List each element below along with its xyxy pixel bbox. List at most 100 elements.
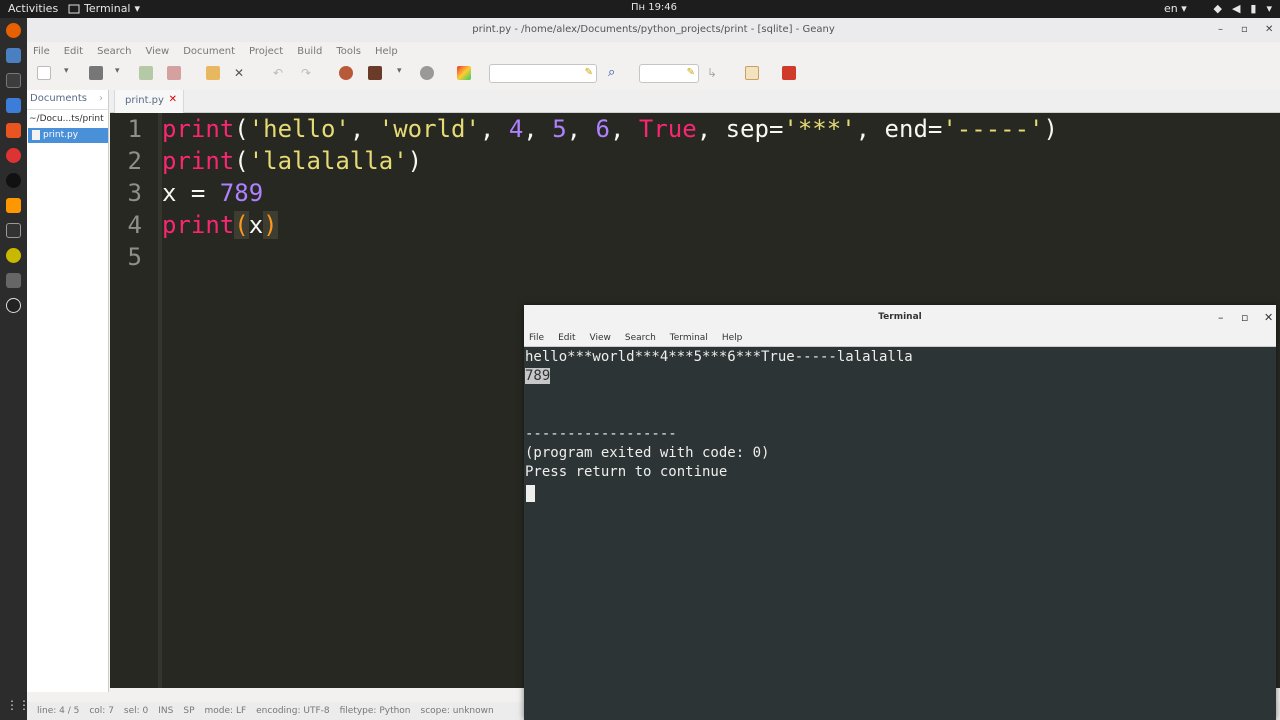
sidebar-item-label: print.py	[43, 130, 79, 140]
clock-app-icon[interactable]	[6, 298, 21, 313]
search-icon[interactable]: ⌕	[608, 66, 622, 80]
menu-edit[interactable]: Edit	[64, 46, 83, 57]
software-icon[interactable]	[6, 123, 21, 138]
terminal-titlebar[interactable]: Terminal – ▫ ✕	[524, 305, 1276, 330]
tools-icon[interactable]	[6, 73, 21, 88]
new-file-icon[interactable]	[37, 66, 51, 80]
show-apps-icon[interactable]: ⋮⋮	[6, 698, 30, 713]
build-icon[interactable]	[368, 66, 382, 80]
maximize-icon[interactable]: ▫	[1241, 305, 1248, 330]
terminal-output[interactable]: hello***world***4***5***6***True-----lal…	[524, 347, 1276, 720]
minimize-icon[interactable]: –	[1218, 18, 1223, 42]
sidebar-item-print-py[interactable]: print.py	[28, 128, 108, 143]
trash-icon[interactable]	[6, 273, 21, 288]
close-tab-icon[interactable]: ✕	[169, 94, 177, 105]
jump-icon[interactable]: ↳	[707, 66, 721, 80]
menu-tools[interactable]: Tools	[336, 46, 361, 57]
terminal-menu-file[interactable]: File	[529, 333, 544, 343]
redo-icon[interactable]: ↷	[301, 66, 315, 80]
undo-icon[interactable]: ↶	[273, 66, 287, 80]
firefox-icon[interactable]	[6, 23, 21, 38]
app-menu[interactable]: Terminal ▾	[68, 2, 140, 15]
menu-search[interactable]: Search	[97, 46, 131, 57]
minimize-icon[interactable]: –	[1218, 305, 1224, 330]
status-encoding: encoding: UTF-8	[256, 706, 330, 716]
menu-project[interactable]: Project	[249, 46, 283, 57]
geany-toolbar: ▾ ▾ ✕ ↶ ↷ ▾ ✎ ⌕ ✎ ↳	[27, 60, 1280, 86]
chevron-down-icon[interactable]: ▾	[397, 66, 405, 80]
document-icon[interactable]	[6, 98, 21, 113]
menu-document[interactable]: Document	[183, 46, 235, 57]
line-number: 4	[127, 211, 142, 239]
close-file-icon[interactable]: ✕	[234, 66, 248, 80]
output-line: 789	[525, 368, 551, 384]
goto-line-input[interactable]: ✎	[639, 64, 699, 83]
maximize-icon[interactable]: ▫	[1241, 18, 1248, 42]
top-panel: Activities Terminal ▾ Пн 19:46 en ▾ ◆ ◀ …	[0, 0, 1280, 18]
language-label: en	[1164, 2, 1178, 15]
search-input[interactable]: ✎	[489, 64, 597, 83]
selected-text: 789	[525, 368, 551, 384]
output-line: ------------------	[525, 426, 677, 442]
status-sel: sel: 0	[123, 706, 149, 716]
clear-icon[interactable]: ✎	[585, 67, 593, 78]
menu-help[interactable]: Help	[375, 46, 398, 57]
output-line: hello***world***4***5***6***True-----lal…	[525, 349, 913, 365]
status-mode: mode: LF	[204, 706, 247, 716]
chevron-down-icon[interactable]: ▾	[64, 66, 72, 80]
clock[interactable]: Пн 19:46	[620, 2, 688, 13]
text-cursor	[526, 485, 535, 502]
terminal-menu-edit[interactable]: Edit	[558, 333, 575, 343]
line-number: 2	[127, 147, 142, 175]
terminal-window: Terminal – ▫ ✕ File Edit View Search Ter…	[524, 305, 1276, 720]
clear-icon[interactable]: ✎	[687, 67, 695, 78]
geany-icon[interactable]	[6, 248, 21, 263]
geany-menubar: File Edit Search View Document Project B…	[27, 42, 1280, 60]
dock: ⋮⋮	[0, 18, 30, 720]
color-chooser-icon[interactable]	[457, 66, 471, 80]
output-line: (program exited with code: 0)	[525, 445, 770, 461]
menu-file[interactable]: File	[33, 46, 50, 57]
terminal-menu-help[interactable]: Help	[722, 333, 743, 343]
open-file-icon[interactable]	[89, 66, 103, 80]
sidebar: Documents › ~/Docu...ts/print print.py	[27, 90, 109, 692]
code-line-3: x = 789	[162, 179, 264, 207]
activities-button[interactable]: Activities	[8, 2, 58, 15]
sublime-icon[interactable]	[6, 198, 21, 213]
language-indicator[interactable]: en ▾	[1164, 2, 1187, 15]
help-icon[interactable]	[6, 148, 21, 163]
window-title: print.py - /home/alex/Documents/python_p…	[472, 24, 835, 35]
revert-icon[interactable]	[206, 66, 220, 80]
status-line: line: 4 / 5	[37, 706, 80, 716]
menu-view[interactable]: View	[145, 46, 169, 57]
compile-icon[interactable]	[339, 66, 353, 80]
code-line-4: print(x)	[162, 211, 278, 239]
tab-documents[interactable]: Documents ›	[27, 90, 109, 110]
files-icon[interactable]	[6, 48, 21, 63]
terminal-menu-search[interactable]: Search	[625, 333, 656, 343]
terminal-icon[interactable]	[6, 223, 21, 238]
menu-build[interactable]: Build	[297, 46, 322, 57]
terminal-app-icon	[68, 4, 80, 13]
terminal-menu-view[interactable]: View	[590, 333, 611, 343]
chevron-down-icon: ▾	[1266, 2, 1272, 15]
close-icon[interactable]: ✕	[1265, 18, 1273, 42]
terminal-menu-terminal[interactable]: Terminal	[670, 333, 708, 343]
sidebar-folder[interactable]: ~/Docu...ts/print	[29, 114, 104, 124]
chevron-down-icon[interactable]: ▾	[115, 66, 123, 80]
output-line: Press return to continue	[525, 464, 728, 480]
chevron-right-icon[interactable]: ›	[99, 93, 103, 104]
system-tray[interactable]: ◆ ◀ ▮ ▾	[1213, 2, 1272, 15]
quit-icon[interactable]	[782, 66, 796, 80]
code-line-2: print('lalalalla')	[162, 147, 423, 175]
run-icon[interactable]	[420, 66, 434, 80]
dark-app-icon[interactable]	[6, 173, 21, 188]
status-ins: INS	[158, 706, 174, 716]
close-icon[interactable]: ✕	[1264, 305, 1273, 330]
save-all-icon[interactable]	[167, 66, 181, 80]
geany-titlebar: print.py - /home/alex/Documents/python_p…	[27, 18, 1280, 42]
chevron-down-icon: ▾	[134, 2, 141, 15]
preferences-icon[interactable]	[745, 66, 759, 80]
save-icon[interactable]	[139, 66, 153, 80]
tab-print-py[interactable]: print.py ✕	[114, 90, 184, 113]
